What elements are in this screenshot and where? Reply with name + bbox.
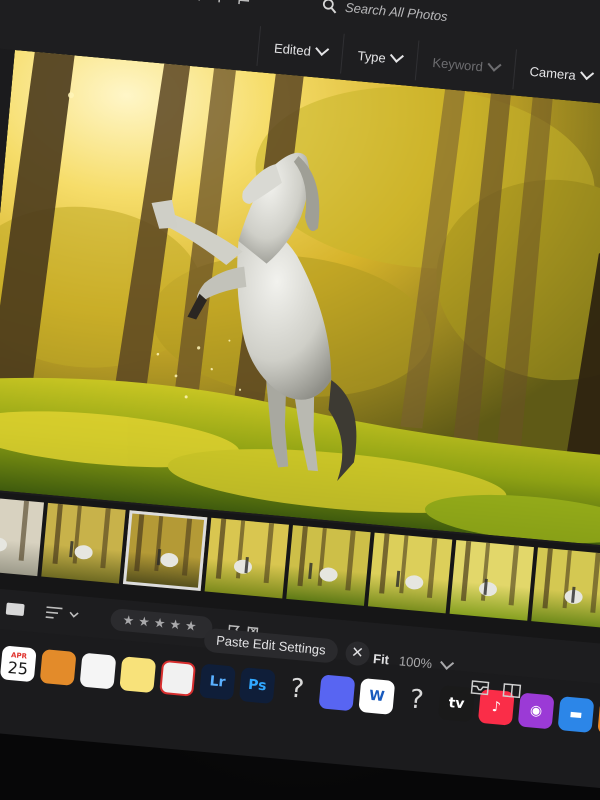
filmstrip-thumbnail[interactable]: [531, 547, 600, 629]
close-icon[interactable]: ✕: [344, 640, 371, 667]
zoom-fit-button[interactable]: Fit: [373, 651, 390, 667]
dock-app-podcasts[interactable]: ◉: [517, 692, 555, 730]
dock-app-apple-tv[interactable]: tv: [437, 685, 475, 723]
dock-app-lightroom[interactable]: Lr: [198, 663, 236, 701]
filter-label: Keyword: [431, 54, 484, 74]
sort-icon[interactable]: [45, 605, 82, 622]
dock-app-photoshop[interactable]: Ps: [238, 667, 276, 705]
dock-app-red-white[interactable]: [159, 659, 197, 697]
main-photo-preview[interactable]: [0, 49, 600, 547]
filmstrip-thumbnail[interactable]: [204, 517, 289, 599]
flag-filter-group: [197, 0, 251, 6]
calendar-day: 25: [6, 657, 29, 679]
dock-app-keynote[interactable]: ▬: [557, 696, 595, 734]
horse-photo: [0, 49, 600, 547]
dock-app-unknown-app[interactable]: ?: [398, 682, 435, 719]
compare-icon[interactable]: [502, 683, 522, 699]
filter-dropdown-edited[interactable]: Edited: [256, 26, 344, 74]
dock-app-discord[interactable]: [318, 674, 356, 712]
filter-label: Edited: [273, 39, 312, 59]
filter-dropdown-keyword[interactable]: Keyword: [414, 40, 516, 90]
chevron-down-icon: [389, 48, 405, 63]
dock-app-notes[interactable]: [119, 656, 157, 694]
filter-dropdown-type[interactable]: Type: [339, 33, 419, 81]
filter-label: Type: [357, 47, 387, 66]
search-placeholder: Search All Photos: [344, 0, 449, 24]
flag-picked-icon[interactable]: [197, 0, 211, 2]
chevron-down-icon: [579, 66, 595, 81]
flag-rejected-icon[interactable]: [237, 0, 251, 6]
lightroom-window: ★★★★★ Search All Photos Edited Type Keywor…: [0, 0, 600, 791]
dock-app-word[interactable]: W: [358, 677, 396, 715]
dock-app-orange[interactable]: [39, 648, 77, 686]
filmstrip-thumbnail[interactable]: [286, 525, 371, 606]
filmstrip-thumbnail[interactable]: [367, 532, 453, 614]
search-icon: [322, 0, 337, 14]
filmstrip-thumbnail[interactable]: [122, 510, 208, 592]
chevron-down-icon: [487, 57, 502, 72]
photo-of-laptop-screen: ★★★★★ Search All Photos Edited Type Keywor…: [0, 0, 600, 800]
zoom-level-dropdown[interactable]: 100%: [398, 653, 432, 671]
chevron-down-icon: [315, 41, 330, 57]
dock-app-reminders[interactable]: [79, 652, 117, 690]
loupe-view-icon[interactable]: [5, 602, 25, 617]
dock-app-calendar[interactable]: APR 25: [0, 645, 37, 683]
flag-unflagged-icon[interactable]: [217, 0, 231, 4]
filter-dropdown-camera[interactable]: Camera: [512, 49, 600, 98]
filmstrip-thumbnail[interactable]: [41, 502, 126, 584]
rating-filter-stars[interactable]: ★★★★★: [70, 0, 159, 1]
filter-label: Camera: [529, 63, 577, 83]
filmstrip-thumbnail[interactable]: [449, 539, 534, 621]
filmstrip-thumbnail[interactable]: [0, 495, 44, 577]
inbox-icon[interactable]: [470, 680, 490, 696]
rating-stars-control[interactable]: ★★★★★: [109, 608, 214, 640]
dock-app-unknown-app[interactable]: ?: [279, 671, 316, 708]
